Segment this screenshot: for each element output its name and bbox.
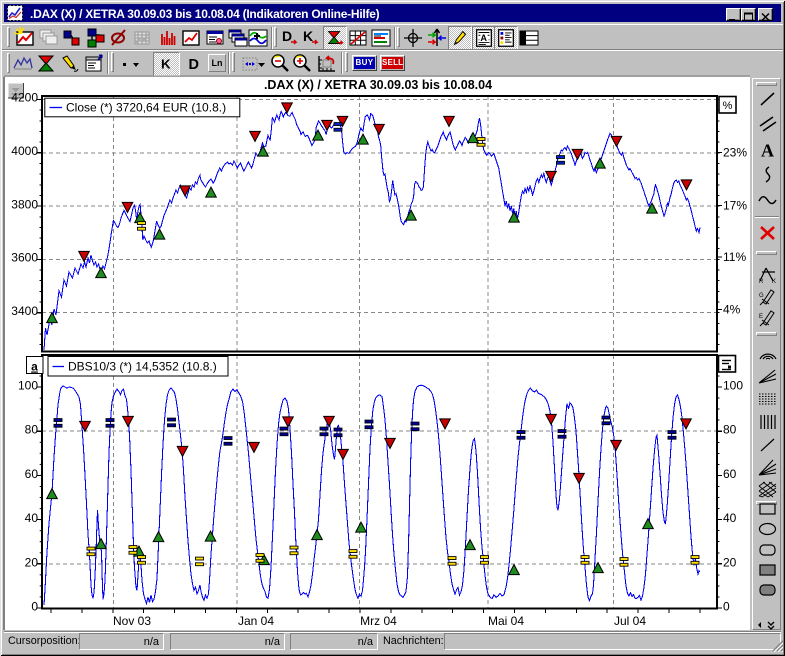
- svg-text:20: 20: [723, 555, 737, 569]
- svg-text:60: 60: [723, 467, 737, 481]
- svg-text:80: 80: [723, 423, 737, 437]
- svg-text:3800: 3800: [11, 197, 38, 211]
- svg-text:100: 100: [18, 379, 38, 393]
- svg-text:11%: 11%: [723, 250, 746, 264]
- svg-text:3400: 3400: [11, 304, 38, 318]
- svg-text:40: 40: [723, 511, 737, 525]
- svg-text:Close (*) 3720,64 EUR (10.8.): Close (*) 3720,64 EUR (10.8.): [66, 101, 226, 115]
- svg-text:Mrz 04: Mrz 04: [360, 614, 397, 628]
- svg-text:Nov 03: Nov 03: [113, 614, 151, 628]
- svg-text:4000: 4000: [11, 144, 38, 158]
- svg-text:DBS10/3 (*) 14,5352 (10.8.): DBS10/3 (*) 14,5352 (10.8.): [68, 360, 217, 374]
- svg-text:4200: 4200: [11, 91, 38, 105]
- svg-text:100: 100: [723, 379, 743, 393]
- svg-text:0: 0: [31, 600, 38, 614]
- svg-text:Jan 04: Jan 04: [238, 614, 274, 628]
- svg-text:20: 20: [25, 555, 39, 569]
- svg-text:40: 40: [25, 511, 39, 525]
- svg-text:3600: 3600: [11, 251, 38, 265]
- svg-text:a: a: [31, 360, 38, 374]
- svg-text:17%: 17%: [723, 199, 747, 213]
- svg-text:60: 60: [25, 467, 39, 481]
- svg-text:23%: 23%: [723, 146, 747, 160]
- svg-text:4%: 4%: [723, 303, 741, 317]
- svg-text:0: 0: [723, 600, 730, 614]
- svg-text:Jul 04: Jul 04: [614, 614, 646, 628]
- svg-text:Mai 04: Mai 04: [488, 614, 524, 628]
- svg-text:.DAX (X) / XETRA 30.09.03 bis: .DAX (X) / XETRA 30.09.03 bis 10.08.04: [264, 78, 492, 92]
- svg-text:%: %: [723, 100, 733, 112]
- svg-text:80: 80: [25, 423, 39, 437]
